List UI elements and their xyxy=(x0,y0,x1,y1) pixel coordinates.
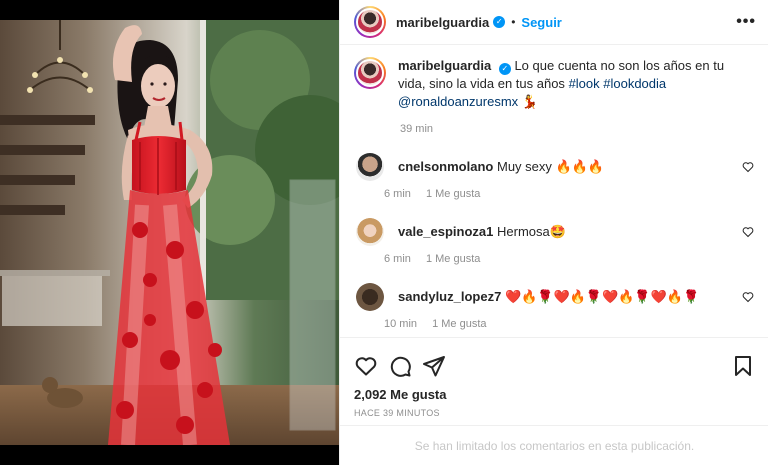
comment-likes[interactable]: 1 Me gusta xyxy=(426,253,480,265)
post-photo xyxy=(0,20,339,445)
comment-likes[interactable]: 1 Me gusta xyxy=(432,318,486,330)
instagram-post-modal: maribelguardia ✓ • Seguir ••• maribelgua… xyxy=(0,0,768,465)
bookmark-icon[interactable] xyxy=(731,354,755,378)
commenter-avatar[interactable] xyxy=(356,283,384,311)
caption-emoji: 💃 xyxy=(521,94,538,109)
comment-meta: 6 min 1 Me gusta xyxy=(384,253,566,265)
post-timestamp: HACE 39 MINUTOS xyxy=(354,408,440,418)
follow-button[interactable]: Seguir xyxy=(521,15,561,30)
caption-time: 39 min xyxy=(400,123,754,135)
likes-count[interactable]: 2,092 Me gusta xyxy=(340,382,768,402)
post-actions-area: 2,092 Me gusta HACE 39 MINUTOS Se han li… xyxy=(340,337,768,465)
comment-time: 10 min xyxy=(384,318,418,330)
verified-badge-icon: ✓ xyxy=(498,63,511,75)
author-avatar[interactable] xyxy=(354,6,386,38)
comment-meta: 6 min 1 Me gusta xyxy=(384,188,604,200)
comment-icon[interactable] xyxy=(388,354,412,378)
comment-like-heart-icon[interactable] xyxy=(742,226,754,238)
commenter-avatar[interactable] xyxy=(356,153,384,181)
post-header: maribelguardia ✓ • Seguir ••• xyxy=(340,0,768,45)
caption-author-avatar[interactable] xyxy=(354,57,386,89)
comment-meta: 10 min 1 Me gusta xyxy=(384,318,699,330)
caption-username[interactable]: maribelguardia xyxy=(398,58,491,73)
comment-item: cnelsonmolano Muy sexy 🔥🔥🔥 6 min 1 Me gu… xyxy=(354,153,754,200)
comment-likes[interactable]: 1 Me gusta xyxy=(426,188,480,200)
caption-text: maribelguardia ✓ Lo que cuenta no son lo… xyxy=(398,57,728,111)
commenter-username[interactable]: vale_espinoza1 xyxy=(398,224,493,239)
heart-icon[interactable] xyxy=(354,354,378,378)
verified-badge-icon: ✓ xyxy=(493,16,506,28)
comment-like-heart-icon[interactable] xyxy=(742,161,754,173)
comment-item: vale_espinoza1 Hermosa🤩 6 min 1 Me gusta xyxy=(354,218,754,265)
commenter-avatar[interactable] xyxy=(356,218,384,246)
comment-text: Muy sexy 🔥🔥🔥 xyxy=(496,159,605,174)
comment-text: ❤️🔥🌹❤️🔥🌹❤️🔥🌹❤️🔥🌹 xyxy=(504,289,700,304)
caption-time-text: 39 min xyxy=(400,123,434,135)
comment-time: 6 min xyxy=(384,253,411,265)
comment-time: 6 min xyxy=(384,188,411,200)
comment-item: sandyluz_lopez7 ❤️🔥🌹❤️🔥🌹❤️🔥🌹❤️🔥🌹 10 min … xyxy=(354,283,754,330)
action-icons-bar xyxy=(340,338,768,382)
caption: maribelguardia ✓ Lo que cuenta no son lo… xyxy=(354,57,754,111)
comments-limited-notice: Se han limitado los comentarios en esta … xyxy=(340,425,768,465)
send-icon[interactable] xyxy=(422,354,446,378)
comments-list[interactable]: maribelguardia ✓ Lo que cuenta no son lo… xyxy=(340,45,768,337)
commenter-username[interactable]: cnelsonmolano xyxy=(398,159,493,174)
separator-dot: • xyxy=(511,15,516,29)
comment-text: Hermosa🤩 xyxy=(497,224,566,239)
more-options-icon[interactable]: ••• xyxy=(736,13,756,31)
commenter-username[interactable]: sandyluz_lopez7 xyxy=(398,289,501,304)
author-username[interactable]: maribelguardia xyxy=(396,15,489,30)
post-details-panel: maribelguardia ✓ • Seguir ••• maribelgua… xyxy=(339,0,768,465)
comment-like-heart-icon[interactable] xyxy=(742,291,754,303)
woman-in-red-dress-image xyxy=(0,20,339,445)
